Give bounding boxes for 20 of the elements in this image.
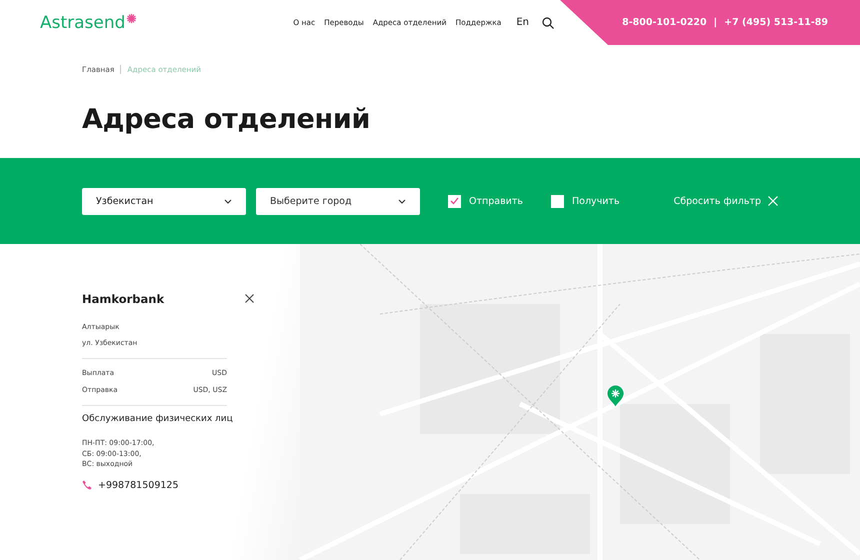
asterisk-icon	[126, 12, 138, 24]
phone-icon	[82, 480, 92, 490]
office-name: Hamkorbank	[82, 292, 166, 306]
close-icon	[768, 196, 778, 206]
phone-number: |	[714, 17, 718, 28]
page-title: Адреса отделений	[82, 104, 372, 135]
section-heading: Обслуживание физических лиц	[82, 413, 233, 426]
phone-number[interactable]: +998781509125	[98, 480, 178, 490]
city-select[interactable]: Выберите город	[256, 188, 420, 214]
chevron-icon	[224, 198, 232, 204]
checkbox[interactable]	[448, 194, 461, 208]
checkbox[interactable]	[550, 194, 564, 208]
map-pin-icon[interactable]	[607, 385, 624, 407]
close-icon[interactable]	[245, 294, 254, 303]
phone-number: 8-800-101-0220	[622, 17, 707, 28]
search-icon[interactable]	[542, 16, 554, 28]
country-select[interactable]: Узбекистан	[82, 188, 246, 214]
language-link[interactable]: En	[516, 17, 529, 28]
phone-number: +7 (495) 513-11-89	[724, 17, 828, 28]
chevron-icon	[398, 198, 406, 204]
